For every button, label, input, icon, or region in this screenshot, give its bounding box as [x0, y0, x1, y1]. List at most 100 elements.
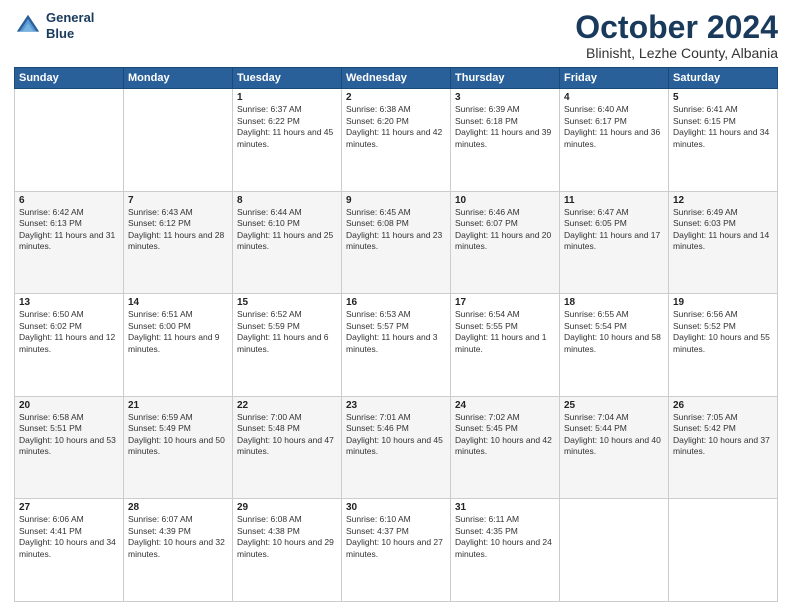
col-thursday: Thursday	[451, 68, 560, 89]
day-number: 21	[128, 400, 228, 411]
col-tuesday: Tuesday	[233, 68, 342, 89]
calendar-table: Sunday Monday Tuesday Wednesday Thursday…	[14, 67, 778, 602]
day-number: 17	[455, 297, 555, 308]
calendar-cell: 30Sunrise: 6:10 AM Sunset: 4:37 PM Dayli…	[342, 499, 451, 602]
day-number: 20	[19, 400, 119, 411]
day-info: Sunrise: 7:04 AM Sunset: 5:44 PM Dayligh…	[564, 412, 664, 458]
logo-text: General Blue	[46, 10, 94, 41]
day-info: Sunrise: 6:40 AM Sunset: 6:17 PM Dayligh…	[564, 104, 664, 150]
calendar-cell: 26Sunrise: 7:05 AM Sunset: 5:42 PM Dayli…	[669, 396, 778, 499]
calendar-cell: 9Sunrise: 6:45 AM Sunset: 6:08 PM Daylig…	[342, 191, 451, 294]
day-info: Sunrise: 7:02 AM Sunset: 5:45 PM Dayligh…	[455, 412, 555, 458]
day-number: 24	[455, 400, 555, 411]
calendar-cell: 31Sunrise: 6:11 AM Sunset: 4:35 PM Dayli…	[451, 499, 560, 602]
day-info: Sunrise: 6:55 AM Sunset: 5:54 PM Dayligh…	[564, 309, 664, 355]
day-number: 3	[455, 92, 555, 103]
calendar-cell	[560, 499, 669, 602]
day-info: Sunrise: 6:07 AM Sunset: 4:39 PM Dayligh…	[128, 514, 228, 560]
calendar-cell: 21Sunrise: 6:59 AM Sunset: 5:49 PM Dayli…	[124, 396, 233, 499]
day-info: Sunrise: 6:06 AM Sunset: 4:41 PM Dayligh…	[19, 514, 119, 560]
day-info: Sunrise: 7:00 AM Sunset: 5:48 PM Dayligh…	[237, 412, 337, 458]
page: General Blue October 2024 Blinisht, Lezh…	[0, 0, 792, 612]
calendar-week-4: 20Sunrise: 6:58 AM Sunset: 5:51 PM Dayli…	[15, 396, 778, 499]
calendar-week-5: 27Sunrise: 6:06 AM Sunset: 4:41 PM Dayli…	[15, 499, 778, 602]
day-number: 31	[455, 502, 555, 513]
logo: General Blue	[14, 10, 94, 41]
day-number: 18	[564, 297, 664, 308]
day-number: 30	[346, 502, 446, 513]
day-number: 23	[346, 400, 446, 411]
calendar-cell: 15Sunrise: 6:52 AM Sunset: 5:59 PM Dayli…	[233, 294, 342, 397]
day-number: 8	[237, 195, 337, 206]
calendar-cell: 17Sunrise: 6:54 AM Sunset: 5:55 PM Dayli…	[451, 294, 560, 397]
logo-icon	[14, 12, 42, 40]
calendar-cell: 28Sunrise: 6:07 AM Sunset: 4:39 PM Dayli…	[124, 499, 233, 602]
calendar-cell: 12Sunrise: 6:49 AM Sunset: 6:03 PM Dayli…	[669, 191, 778, 294]
calendar-cell: 7Sunrise: 6:43 AM Sunset: 6:12 PM Daylig…	[124, 191, 233, 294]
day-info: Sunrise: 6:37 AM Sunset: 6:22 PM Dayligh…	[237, 104, 337, 150]
day-number: 19	[673, 297, 773, 308]
month-title: October 2024	[575, 10, 778, 45]
day-info: Sunrise: 6:39 AM Sunset: 6:18 PM Dayligh…	[455, 104, 555, 150]
calendar-cell: 11Sunrise: 6:47 AM Sunset: 6:05 PM Dayli…	[560, 191, 669, 294]
day-info: Sunrise: 7:05 AM Sunset: 5:42 PM Dayligh…	[673, 412, 773, 458]
calendar-week-2: 6Sunrise: 6:42 AM Sunset: 6:13 PM Daylig…	[15, 191, 778, 294]
day-info: Sunrise: 6:50 AM Sunset: 6:02 PM Dayligh…	[19, 309, 119, 355]
calendar-cell: 2Sunrise: 6:38 AM Sunset: 6:20 PM Daylig…	[342, 89, 451, 192]
col-sunday: Sunday	[15, 68, 124, 89]
day-info: Sunrise: 6:54 AM Sunset: 5:55 PM Dayligh…	[455, 309, 555, 355]
calendar-cell: 23Sunrise: 7:01 AM Sunset: 5:46 PM Dayli…	[342, 396, 451, 499]
day-info: Sunrise: 6:42 AM Sunset: 6:13 PM Dayligh…	[19, 207, 119, 253]
day-info: Sunrise: 6:11 AM Sunset: 4:35 PM Dayligh…	[455, 514, 555, 560]
calendar-cell: 6Sunrise: 6:42 AM Sunset: 6:13 PM Daylig…	[15, 191, 124, 294]
day-info: Sunrise: 6:10 AM Sunset: 4:37 PM Dayligh…	[346, 514, 446, 560]
calendar-cell: 4Sunrise: 6:40 AM Sunset: 6:17 PM Daylig…	[560, 89, 669, 192]
col-wednesday: Wednesday	[342, 68, 451, 89]
day-info: Sunrise: 6:44 AM Sunset: 6:10 PM Dayligh…	[237, 207, 337, 253]
header: General Blue October 2024 Blinisht, Lezh…	[14, 10, 778, 61]
col-friday: Friday	[560, 68, 669, 89]
calendar-week-3: 13Sunrise: 6:50 AM Sunset: 6:02 PM Dayli…	[15, 294, 778, 397]
day-info: Sunrise: 6:43 AM Sunset: 6:12 PM Dayligh…	[128, 207, 228, 253]
calendar-header-row: Sunday Monday Tuesday Wednesday Thursday…	[15, 68, 778, 89]
day-number: 26	[673, 400, 773, 411]
calendar-cell	[669, 499, 778, 602]
calendar-cell: 22Sunrise: 7:00 AM Sunset: 5:48 PM Dayli…	[233, 396, 342, 499]
day-number: 7	[128, 195, 228, 206]
day-number: 5	[673, 92, 773, 103]
calendar-cell: 18Sunrise: 6:55 AM Sunset: 5:54 PM Dayli…	[560, 294, 669, 397]
day-number: 10	[455, 195, 555, 206]
day-info: Sunrise: 6:52 AM Sunset: 5:59 PM Dayligh…	[237, 309, 337, 355]
calendar-cell: 20Sunrise: 6:58 AM Sunset: 5:51 PM Dayli…	[15, 396, 124, 499]
calendar-cell: 25Sunrise: 7:04 AM Sunset: 5:44 PM Dayli…	[560, 396, 669, 499]
day-info: Sunrise: 6:49 AM Sunset: 6:03 PM Dayligh…	[673, 207, 773, 253]
day-info: Sunrise: 6:53 AM Sunset: 5:57 PM Dayligh…	[346, 309, 446, 355]
day-number: 13	[19, 297, 119, 308]
day-number: 4	[564, 92, 664, 103]
day-info: Sunrise: 6:46 AM Sunset: 6:07 PM Dayligh…	[455, 207, 555, 253]
day-number: 2	[346, 92, 446, 103]
day-info: Sunrise: 6:58 AM Sunset: 5:51 PM Dayligh…	[19, 412, 119, 458]
calendar-cell: 27Sunrise: 6:06 AM Sunset: 4:41 PM Dayli…	[15, 499, 124, 602]
calendar-cell: 19Sunrise: 6:56 AM Sunset: 5:52 PM Dayli…	[669, 294, 778, 397]
day-info: Sunrise: 7:01 AM Sunset: 5:46 PM Dayligh…	[346, 412, 446, 458]
calendar-cell: 24Sunrise: 7:02 AM Sunset: 5:45 PM Dayli…	[451, 396, 560, 499]
day-number: 16	[346, 297, 446, 308]
day-number: 6	[19, 195, 119, 206]
calendar-cell: 10Sunrise: 6:46 AM Sunset: 6:07 PM Dayli…	[451, 191, 560, 294]
day-info: Sunrise: 6:47 AM Sunset: 6:05 PM Dayligh…	[564, 207, 664, 253]
calendar-cell	[15, 89, 124, 192]
day-info: Sunrise: 6:51 AM Sunset: 6:00 PM Dayligh…	[128, 309, 228, 355]
day-number: 15	[237, 297, 337, 308]
day-info: Sunrise: 6:59 AM Sunset: 5:49 PM Dayligh…	[128, 412, 228, 458]
day-info: Sunrise: 6:38 AM Sunset: 6:20 PM Dayligh…	[346, 104, 446, 150]
day-number: 12	[673, 195, 773, 206]
day-number: 29	[237, 502, 337, 513]
day-number: 9	[346, 195, 446, 206]
day-number: 22	[237, 400, 337, 411]
calendar-cell: 3Sunrise: 6:39 AM Sunset: 6:18 PM Daylig…	[451, 89, 560, 192]
day-number: 28	[128, 502, 228, 513]
calendar-week-1: 1Sunrise: 6:37 AM Sunset: 6:22 PM Daylig…	[15, 89, 778, 192]
day-info: Sunrise: 6:45 AM Sunset: 6:08 PM Dayligh…	[346, 207, 446, 253]
day-info: Sunrise: 6:08 AM Sunset: 4:38 PM Dayligh…	[237, 514, 337, 560]
